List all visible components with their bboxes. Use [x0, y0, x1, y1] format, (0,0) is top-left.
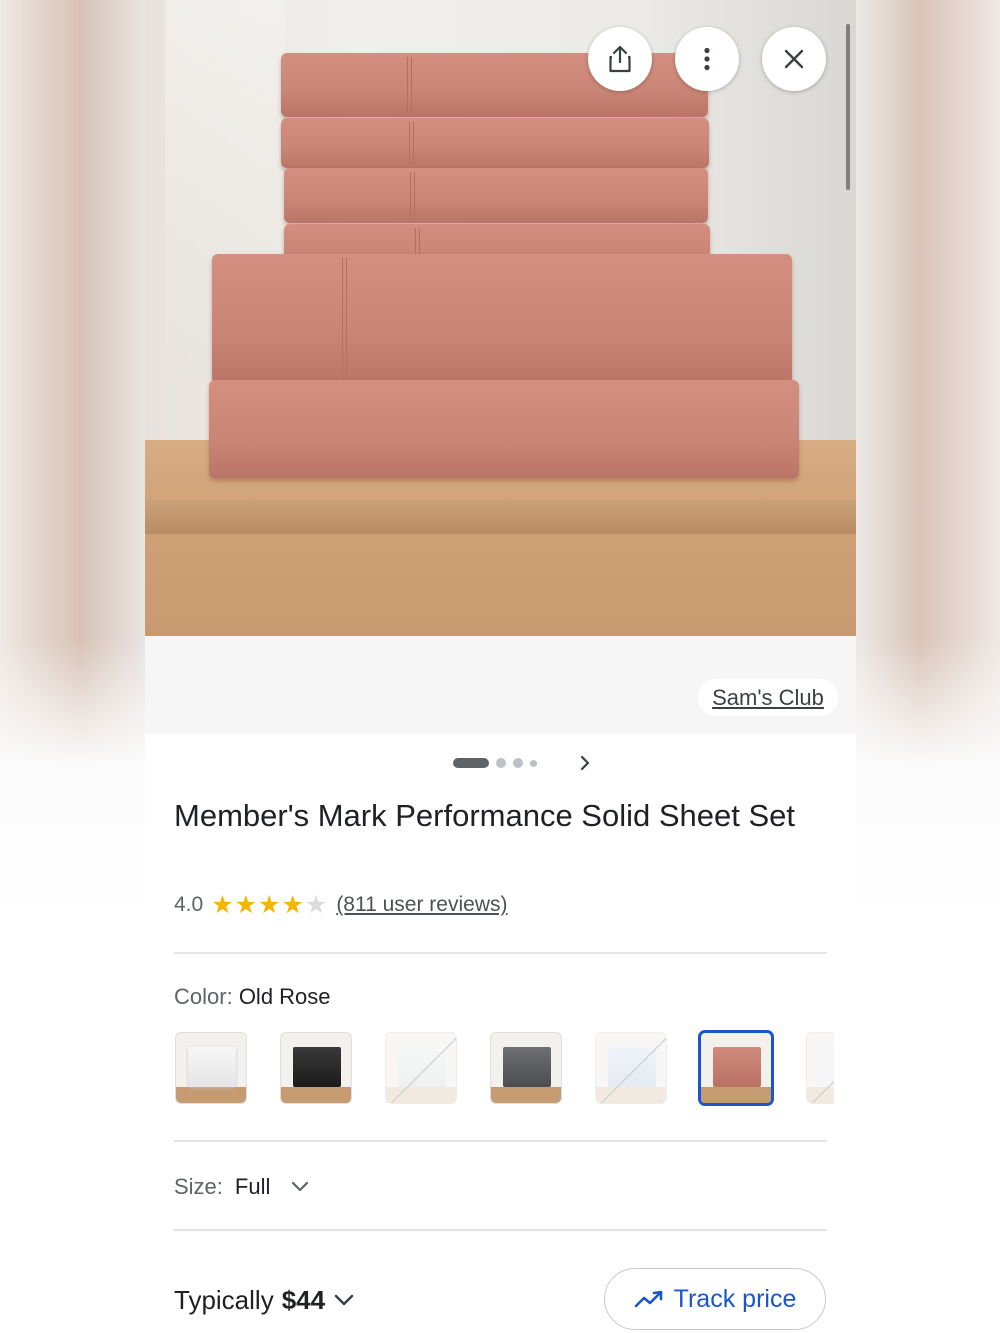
reviews-link[interactable]: (811 user reviews) — [336, 893, 507, 917]
size-selector[interactable]: Size: Full — [174, 1172, 310, 1202]
color-swatch-gray[interactable] — [490, 1032, 562, 1104]
size-label: Size: — [174, 1174, 223, 1199]
page-dot[interactable] — [530, 759, 537, 767]
chevron-down-icon — [292, 1181, 309, 1192]
star-icon: ★ — [258, 890, 281, 919]
share-button[interactable] — [588, 27, 652, 91]
more-vert-icon — [704, 47, 710, 71]
scrollbar[interactable] — [846, 24, 850, 190]
share-icon — [609, 45, 631, 73]
track-price-label: Track price — [673, 1284, 797, 1313]
size-value: Full — [234, 1174, 271, 1199]
page-dot[interactable] — [513, 758, 523, 768]
wooden-table-edge — [145, 500, 856, 534]
divider — [174, 1229, 827, 1231]
trending-icon — [634, 1290, 662, 1308]
chevron-down-icon — [334, 1294, 354, 1306]
star-icon: ★ — [234, 890, 258, 919]
track-price-button[interactable]: Track price — [604, 1268, 826, 1330]
star-icon: ★ — [281, 890, 304, 919]
color-swatch-unavailable[interactable] — [595, 1032, 667, 1104]
color-swatch-unavailable[interactable] — [385, 1032, 457, 1104]
rating-value: 4.0 — [174, 893, 204, 916]
price-prefix: Typically — [174, 1284, 274, 1315]
close-icon — [784, 49, 804, 69]
divider — [174, 1140, 827, 1142]
close-button[interactable] — [762, 27, 826, 91]
fitted-sheet — [209, 380, 799, 478]
divider — [174, 952, 827, 954]
typical-price-toggle[interactable]: Typically $44 — [174, 1282, 355, 1318]
color-swatch-white[interactable] — [175, 1032, 247, 1104]
chevron-right-icon[interactable] — [575, 752, 595, 774]
pillowcase-3 — [284, 168, 708, 223]
flat-sheet — [212, 254, 792, 384]
more-options-button[interactable] — [675, 27, 739, 91]
product-title: Member's Mark Performance Solid Sheet Se… — [174, 798, 795, 833]
merchant-link[interactable]: Sam's Club — [698, 679, 838, 716]
color-swatch-unavailable[interactable] — [806, 1032, 834, 1104]
rating-row: 4.0 ★ ★ ★ ★ ★ (811 user reviews) — [174, 890, 507, 920]
star-icon: ★ — [211, 890, 234, 919]
price-value: $44 — [281, 1284, 326, 1315]
rating-stars: ★ ★ ★ ★ ★ — [211, 890, 328, 919]
star-empty-icon: ★ — [304, 890, 328, 919]
color-label: Color: Old Rose — [174, 984, 331, 1010]
pillowcase-2 — [281, 118, 709, 168]
color-label-text: Color: — [174, 984, 233, 1009]
color-swatch-old-rose[interactable] — [698, 1030, 774, 1106]
page-dot-active[interactable] — [453, 758, 489, 768]
product-panel: Sam's Club Member's Mark Performance Sol… — [145, 0, 856, 1333]
page-dot[interactable] — [496, 758, 506, 768]
gallery-page-indicator — [453, 756, 537, 770]
color-selected-value: Old Rose — [238, 984, 331, 1009]
product-image[interactable] — [145, 0, 856, 636]
color-swatch-black[interactable] — [280, 1032, 352, 1104]
